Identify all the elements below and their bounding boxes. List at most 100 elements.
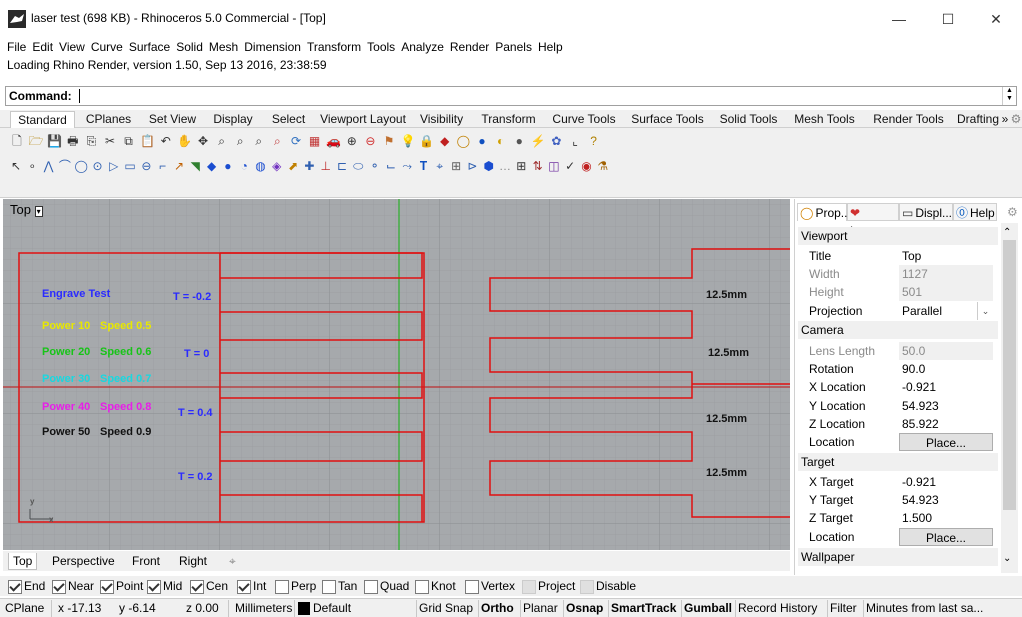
- sidebar-tool-icon[interactable]: ◫: [547, 159, 561, 173]
- sidebar-tool-icon[interactable]: ↖: [9, 159, 23, 173]
- sidebar-tool-icon[interactable]: ⬈: [286, 159, 300, 173]
- status-toggle-gumball[interactable]: Gumball: [684, 601, 732, 616]
- sidebar-tool-icon[interactable]: ⬭: [351, 159, 365, 173]
- menu-solid[interactable]: Solid: [173, 38, 206, 56]
- status-toggle-osnap[interactable]: Osnap: [566, 601, 603, 616]
- menu-edit[interactable]: Edit: [29, 38, 56, 56]
- prop-value[interactable]: 85.922: [899, 415, 993, 433]
- menu-render[interactable]: Render: [447, 38, 492, 56]
- standard-tool-icon[interactable]: ✋: [177, 134, 192, 148]
- status-toggle-grid-snap[interactable]: Grid Snap: [419, 601, 473, 616]
- menu-panels[interactable]: Panels: [492, 38, 535, 56]
- command-input-box[interactable]: Command: ▲ ▼: [5, 86, 1017, 106]
- sidebar-tool-icon[interactable]: ⌖: [433, 159, 447, 173]
- standard-tool-icon[interactable]: ⊖: [363, 134, 377, 148]
- menu-curve[interactable]: Curve: [88, 38, 126, 56]
- status-toggle-smarttrack[interactable]: SmartTrack: [611, 601, 676, 616]
- panel-tab-help[interactable]: ⓪ Help: [953, 203, 997, 221]
- sidebar-tool-icon[interactable]: ◉: [580, 159, 594, 173]
- sidebar-tool-icon[interactable]: ⌒: [58, 159, 72, 173]
- standard-tool-icon[interactable]: ⎘: [84, 134, 98, 148]
- sidebar-tool-icon[interactable]: ⊥: [319, 159, 333, 173]
- standard-tool-icon[interactable]: ●: [512, 134, 526, 148]
- close-button[interactable]: ✕: [981, 8, 1011, 30]
- viewport-menu-arrow-icon[interactable]: ▾: [34, 206, 43, 217]
- toolbar-tab-mesh-tools[interactable]: Mesh Tools: [786, 111, 863, 128]
- sidebar-tool-icon[interactable]: ⊳: [465, 159, 479, 173]
- section-viewport[interactable]: Viewport: [798, 227, 998, 245]
- viewport-title[interactable]: Top ▾: [10, 202, 43, 217]
- toolbar-tab-select[interactable]: Select: [263, 111, 314, 128]
- standard-tool-icon[interactable]: ↶: [159, 134, 173, 148]
- sidebar-tool-icon[interactable]: ⊙: [91, 159, 105, 173]
- top-viewport[interactable]: Top ▾ Engrave Test Power 10 Speed 0.5 Power…: [3, 199, 790, 550]
- menu-tools[interactable]: Tools: [364, 38, 398, 56]
- toolbar-gear-icon[interactable]: ⚙: [1010, 111, 1022, 128]
- osnap-checkbox[interactable]: [322, 579, 336, 594]
- sidebar-tool-icon[interactable]: ●: [221, 159, 235, 173]
- maximize-button[interactable]: ☐: [933, 8, 963, 30]
- minimize-button[interactable]: —: [884, 8, 914, 30]
- sidebar-tool-icon[interactable]: ⊞: [449, 159, 463, 173]
- status-toggle-planar[interactable]: Planar: [523, 601, 558, 616]
- osnap-point[interactable]: Point: [100, 578, 143, 595]
- osnap-knot[interactable]: Knot: [415, 578, 456, 595]
- toolbar-tab-curve-tools[interactable]: Curve Tools: [546, 111, 622, 128]
- osnap-checkbox[interactable]: [237, 579, 251, 594]
- standard-tool-icon[interactable]: 📋: [140, 134, 155, 148]
- osnap-perp[interactable]: Perp: [275, 578, 316, 595]
- osnap-checkbox[interactable]: [275, 579, 289, 594]
- menu-transform[interactable]: Transform: [304, 38, 364, 56]
- menu-file[interactable]: File: [4, 38, 29, 56]
- prop-value[interactable]: Top: [899, 247, 993, 265]
- sidebar-tool-icon[interactable]: ⤳: [400, 159, 414, 173]
- sidebar-tool-icon[interactable]: ◔: [237, 159, 251, 173]
- menu-help[interactable]: Help: [535, 38, 566, 56]
- osnap-checkbox[interactable]: [580, 579, 594, 594]
- standard-tool-icon[interactable]: ▦: [308, 134, 322, 148]
- sidebar-tool-icon[interactable]: ⚬: [368, 159, 382, 173]
- osnap-near[interactable]: Near: [52, 578, 94, 595]
- sidebar-tool-icon[interactable]: ⬢: [482, 159, 496, 173]
- panel-tab-display[interactable]: ▭ Displ...: [899, 203, 953, 221]
- status-toggle-ortho[interactable]: Ortho: [481, 601, 514, 616]
- status-toggle-filter[interactable]: Filter: [830, 601, 857, 616]
- panel-tab-layers[interactable]: ❤Laye...: [847, 203, 899, 238]
- sidebar-tool-icon[interactable]: ◥: [188, 159, 202, 173]
- menu-analyze[interactable]: Analyze: [398, 38, 447, 56]
- standard-tool-icon[interactable]: 💾: [47, 134, 62, 148]
- osnap-project[interactable]: Project: [522, 578, 575, 595]
- prop-value[interactable]: 54.923: [899, 491, 993, 509]
- osnap-tan[interactable]: Tan: [322, 578, 357, 595]
- standard-tool-icon[interactable]: ●: [475, 134, 489, 148]
- projection-dropdown-icon[interactable]: ⌄: [977, 301, 993, 320]
- standard-tool-icon[interactable]: 🔒: [419, 134, 434, 148]
- sidebar-tool-icon[interactable]: ✚: [302, 159, 316, 173]
- standard-tool-icon[interactable]: ⟳: [289, 134, 303, 148]
- osnap-int[interactable]: Int: [237, 578, 266, 595]
- standard-tool-icon[interactable]: ✿: [549, 134, 563, 148]
- sidebar-tool-icon[interactable]: ▷: [107, 159, 121, 173]
- standard-tool-icon[interactable]: ◆: [438, 134, 452, 148]
- osnap-end[interactable]: End: [8, 578, 45, 595]
- sidebar-tool-icon[interactable]: ↗: [172, 159, 186, 173]
- osnap-checkbox[interactable]: [8, 579, 22, 594]
- osnap-vertex[interactable]: Vertex: [465, 578, 515, 595]
- osnap-checkbox[interactable]: [52, 579, 66, 594]
- osnap-checkbox[interactable]: [147, 579, 161, 594]
- menu-view[interactable]: View: [56, 38, 88, 56]
- view-tab-right[interactable]: Right: [175, 553, 211, 570]
- scroll-up-icon[interactable]: ⌃: [1003, 227, 1011, 238]
- sidebar-tool-icon[interactable]: ◈: [270, 159, 284, 173]
- toolbar-tab-standard[interactable]: Standard: [10, 111, 75, 128]
- units-selector[interactable]: Millimeters: [235, 601, 292, 616]
- standard-tool-icon[interactable]: ⌕: [270, 134, 284, 148]
- standard-tool-icon[interactable]: ⧉: [122, 134, 136, 148]
- toolbar-tab-solid-tools[interactable]: Solid Tools: [713, 111, 784, 128]
- sidebar-tool-icon[interactable]: ⌐: [156, 159, 170, 173]
- section-camera[interactable]: Camera: [798, 321, 998, 339]
- standard-tool-icon[interactable]: 💡: [401, 134, 416, 148]
- panel-tab-properties[interactable]: ◯ Prop...: [797, 203, 851, 221]
- status-toggle-record-history[interactable]: Record History: [738, 601, 817, 616]
- toolbar-tab-drafting[interactable]: Drafting: [954, 111, 1002, 128]
